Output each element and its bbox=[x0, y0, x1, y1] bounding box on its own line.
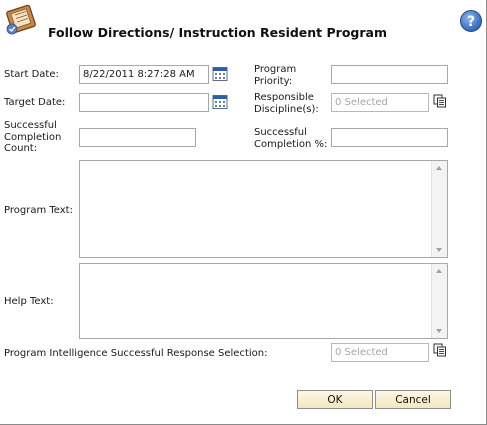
scroll-down-arrow-icon[interactable] bbox=[436, 248, 442, 252]
target-date-label: Target Date: bbox=[4, 97, 66, 108]
successful-completion-pct-label: Successful Completion %: bbox=[254, 127, 328, 150]
start-date-label: Start Date: bbox=[4, 69, 59, 80]
start-date-input[interactable] bbox=[79, 65, 209, 84]
successful-completion-count-input[interactable] bbox=[79, 128, 196, 147]
scroll-up-arrow-icon[interactable] bbox=[436, 269, 442, 273]
program-priority-label: Program Priority: bbox=[254, 64, 297, 87]
program-book-icon bbox=[2, 2, 38, 38]
program-text-scrollbar[interactable] bbox=[431, 161, 447, 257]
multi-select-icon[interactable] bbox=[432, 342, 448, 358]
help-text-label: Help Text: bbox=[4, 296, 54, 307]
program-dialog: Follow Directions/ Instruction Resident … bbox=[0, 0, 487, 425]
scroll-down-arrow-icon[interactable] bbox=[436, 329, 442, 333]
page-title: Follow Directions/ Instruction Resident … bbox=[48, 25, 387, 40]
cancel-button[interactable]: Cancel bbox=[375, 390, 451, 409]
successful-completion-count-label: Successful Completion Count: bbox=[4, 120, 62, 154]
successful-completion-pct-input[interactable] bbox=[331, 128, 448, 147]
program-text-label: Program Text: bbox=[4, 205, 73, 216]
pi-response-selection-field[interactable] bbox=[331, 343, 429, 362]
scroll-up-arrow-icon[interactable] bbox=[436, 166, 442, 170]
calendar-icon[interactable] bbox=[212, 94, 228, 110]
program-text-area[interactable] bbox=[79, 160, 448, 258]
responsible-disciplines-label: Responsible Discipline(s): bbox=[254, 92, 319, 115]
help-text-area[interactable] bbox=[79, 263, 448, 339]
help-text-scrollbar[interactable] bbox=[431, 264, 447, 338]
help-question-icon[interactable]: ? bbox=[459, 9, 483, 33]
responsible-disciplines-field[interactable] bbox=[331, 93, 429, 112]
program-text-value bbox=[80, 161, 431, 167]
pi-response-selection-label: Program Intelligence Successful Response… bbox=[4, 348, 268, 359]
target-date-input[interactable] bbox=[79, 93, 209, 112]
calendar-icon[interactable] bbox=[212, 66, 228, 82]
multi-select-icon[interactable] bbox=[432, 93, 448, 109]
help-text-value bbox=[80, 264, 431, 270]
ok-button[interactable]: OK bbox=[297, 390, 373, 409]
svg-text:?: ? bbox=[467, 14, 475, 30]
program-priority-input[interactable] bbox=[331, 65, 448, 84]
